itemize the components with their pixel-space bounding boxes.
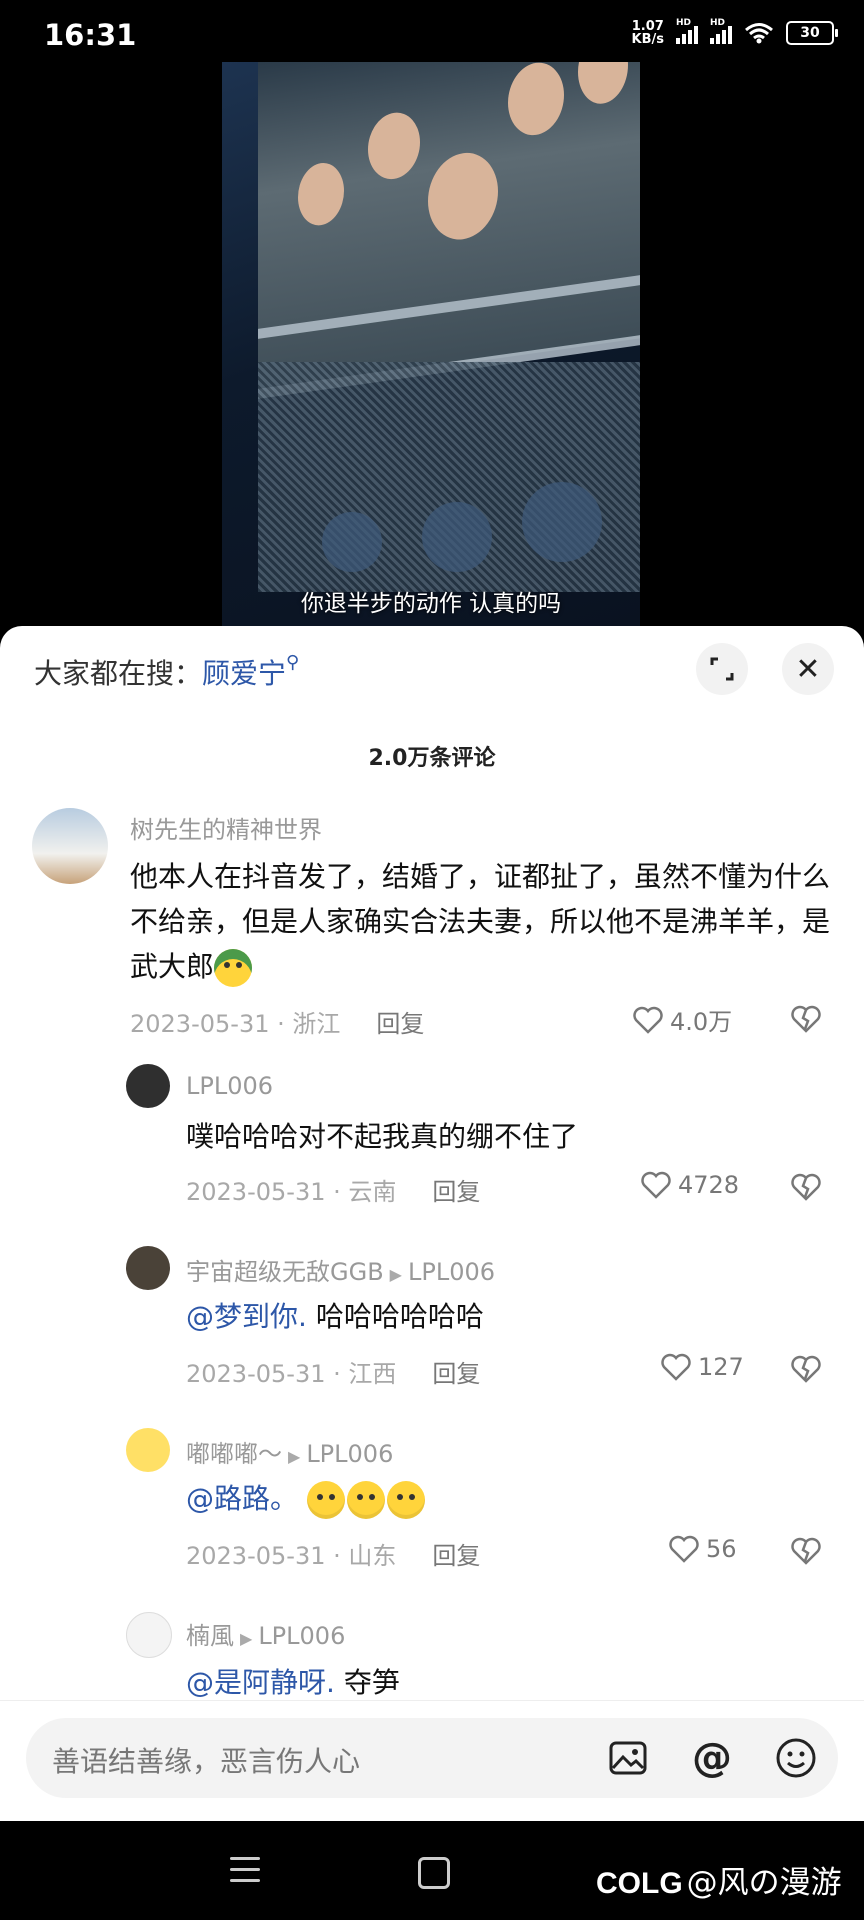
wifi-icon <box>745 23 773 44</box>
crying-laugh-emoji-icon <box>306 1481 345 1519</box>
mention[interactable]: @路路。 <box>186 1482 298 1515</box>
image-button[interactable] <box>604 1734 652 1782</box>
heart-icon <box>661 1353 691 1381</box>
network-speed: 1.07 KB/s <box>631 19 664 47</box>
like-button[interactable]: 56 <box>668 1534 737 1564</box>
dislike-icon[interactable] <box>790 1536 822 1566</box>
home-button[interactable] <box>418 1857 450 1889</box>
avatar[interactable] <box>126 1428 170 1472</box>
close-button[interactable]: ✕ <box>782 643 834 695</box>
comment-sheet: 大家都在搜：顾爱宁⚲ ✕ 2.0万条评论 树先生的精神世界 他本人在抖音发了，结… <box>0 626 864 1821</box>
comment-meta: 2023-05-31 · 云南 回复 <box>186 1178 481 1206</box>
reply-arrow-icon: ▶ <box>389 1265 402 1284</box>
emoji-button[interactable] <box>772 1734 820 1782</box>
reply-button[interactable]: 回复 <box>376 1010 424 1038</box>
reply-arrow-icon: ▶ <box>240 1629 253 1648</box>
comment-username[interactable]: LPL006 <box>186 1072 273 1100</box>
comment-username[interactable]: 宇宙超级无敌GGB ▶ LPL006 <box>186 1252 495 1287</box>
comment-text: 他本人在抖音发了，结婚了，证都扯了，虽然不懂为什么不给亲，但是人家确实合法夫妻，… <box>130 854 830 989</box>
status-bar: 16:31 1.07 KB/s HD HD 30 <box>0 0 864 62</box>
video-frame: 你退半步的动作 认真的吗 <box>222 62 640 630</box>
reply-arrow-icon: ▶ <box>288 1447 301 1466</box>
expand-icon <box>710 657 734 681</box>
reply-button[interactable]: 回复 <box>432 1178 480 1206</box>
comment-text: @是阿静呀. 夺笋 <box>186 1666 400 1699</box>
dislike-icon[interactable] <box>790 1004 822 1034</box>
status-time: 16:31 <box>44 18 137 52</box>
comment-username[interactable]: 树先生的精神世界 <box>130 810 322 845</box>
avatar[interactable] <box>126 1064 170 1108</box>
image-icon <box>609 1741 647 1775</box>
mention[interactable]: @梦到你. <box>186 1300 307 1333</box>
avatar[interactable] <box>126 1612 172 1658</box>
mention-button[interactable]: @ <box>688 1734 736 1782</box>
crying-laugh-emoji-icon <box>386 1481 425 1519</box>
video-subtitle: 你退半步的动作 认真的吗 <box>300 591 562 617</box>
reply-button[interactable]: 回复 <box>432 1542 480 1570</box>
crying-laugh-emoji-icon <box>346 1481 385 1519</box>
comment-input[interactable]: 善语结善缘，恶言伤人心 @ <box>26 1718 838 1798</box>
avatar[interactable] <box>126 1246 170 1290</box>
comment-count: 2.0万条评论 <box>368 746 496 771</box>
like-button[interactable]: 127 <box>660 1352 744 1382</box>
recent-apps-button[interactable] <box>230 1857 260 1890</box>
comment-text: 噗哈哈哈对不起我真的绷不住了 <box>186 1120 579 1153</box>
trending-search-keyword[interactable]: 顾爱宁 <box>202 657 286 690</box>
dislike-icon[interactable] <box>790 1354 822 1384</box>
comment-username[interactable]: 楠風 ▶ LPL006 <box>186 1616 345 1651</box>
comment-meta: 2023-05-31 · 江西 回复 <box>186 1360 481 1388</box>
smiley-icon <box>776 1738 816 1778</box>
heart-icon <box>641 1171 671 1199</box>
heart-icon <box>633 1006 663 1034</box>
heart-icon <box>669 1535 699 1563</box>
comment-meta: 2023-05-31 · 浙江 回复 <box>130 1010 425 1038</box>
dislike-icon[interactable] <box>790 1172 822 1202</box>
video-player[interactable]: 你退半步的动作 认真的吗 <box>0 62 864 630</box>
at-icon: @ <box>692 1735 732 1781</box>
comment-input-placeholder: 善语结善缘，恶言伤人心 <box>52 1745 361 1778</box>
trending-search-prefix: 大家都在搜： <box>34 657 203 690</box>
battery-icon: 30 <box>786 21 838 45</box>
input-divider <box>0 1700 864 1701</box>
close-icon: ✕ <box>795 651 821 687</box>
comment-text: @梦到你. 哈哈哈哈哈哈 <box>186 1300 484 1333</box>
comment-username[interactable]: 嘟嘟嘟～ ▶ LPL006 <box>186 1434 393 1469</box>
comment-meta: 2023-05-31 · 山东 回复 <box>186 1542 481 1570</box>
signal-icon: HD <box>710 18 732 44</box>
like-button[interactable]: 4.0万 <box>632 1002 732 1037</box>
avatar[interactable] <box>32 808 108 884</box>
comment-text: @路路。 <box>186 1476 427 1521</box>
trending-search[interactable]: 大家都在搜：顾爱宁⚲ <box>34 652 299 692</box>
reply-button[interactable]: 回复 <box>432 1360 480 1388</box>
system-nav-bar: COLG @风の漫游 <box>0 1821 864 1920</box>
signal-icon: HD <box>676 18 698 44</box>
status-indicators: 1.07 KB/s HD HD 30 <box>631 18 838 47</box>
watermark: COLG @风の漫游 <box>596 1865 842 1901</box>
emoji-icon <box>214 949 253 987</box>
expand-button[interactable] <box>696 643 748 695</box>
mention[interactable]: @是阿静呀. <box>186 1666 335 1699</box>
search-icon: ⚲ <box>286 652 300 673</box>
like-button[interactable]: 4728 <box>640 1170 739 1200</box>
